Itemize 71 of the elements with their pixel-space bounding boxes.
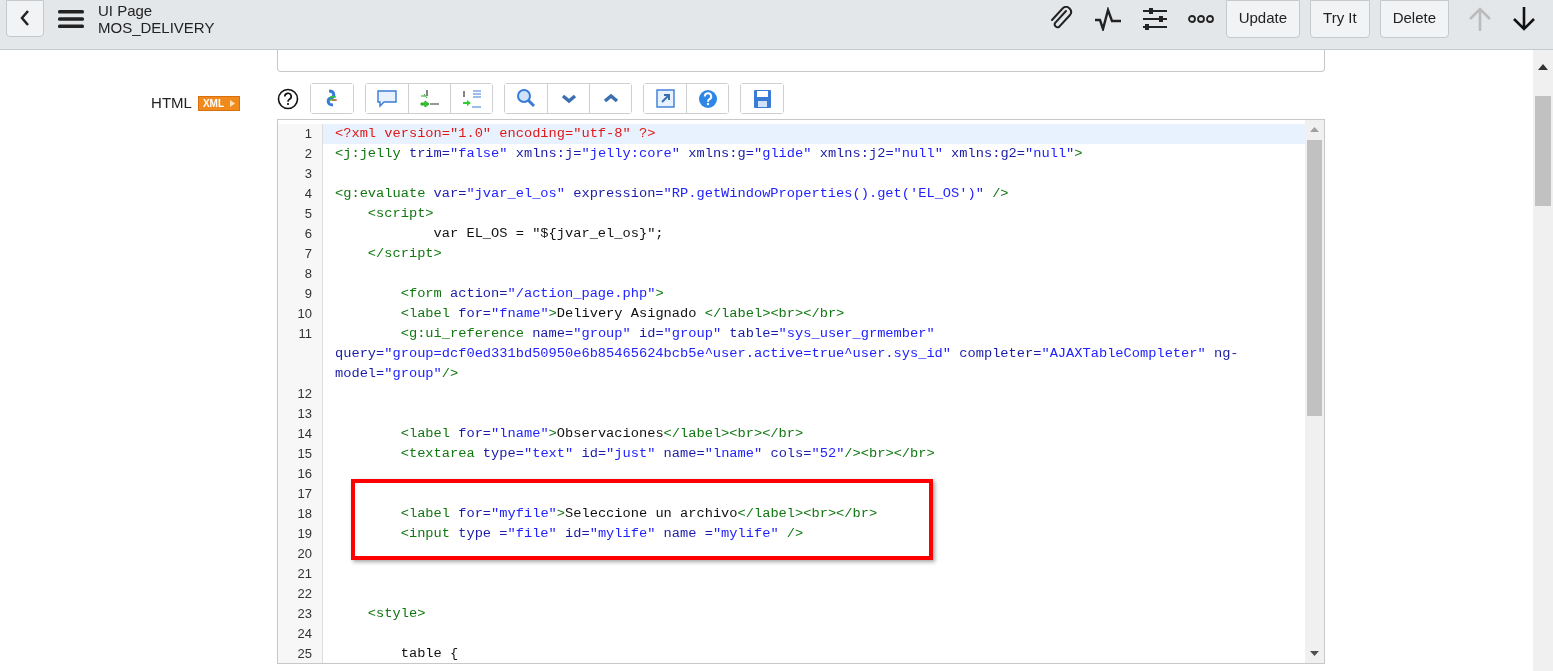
line-number: 11 <box>278 324 323 384</box>
scroll-up-icon[interactable] <box>1537 62 1549 72</box>
line-number: 10 <box>278 304 323 324</box>
comment-icon <box>376 87 398 110</box>
text-area-field[interactable] <box>277 50 1325 72</box>
more-icon[interactable] <box>1187 13 1214 24</box>
code-line: </script> <box>366 245 443 263</box>
code-line: <input type ="file" id="mylife" name ="mylife" /> <box>399 525 805 543</box>
code-line: <?xml version="1.0" encoding="utf-8" ?> <box>334 125 657 143</box>
code-line: <label for="lname">Observaciones</label><br></br> <box>399 425 805 443</box>
expand-icon <box>654 87 676 110</box>
code-line: <g:evaluate var="jvar_el_os" expression="RP.getWindowProperties().get('EL_OS')" /> <box>334 185 1010 203</box>
code-line: <j:jelly trim="false" xmlns:j="jelly:core" xmlns:g="glide" xmlns:j2="null" xmlns:g2="null"> <box>334 145 1084 163</box>
search-icon <box>515 87 537 110</box>
save-button[interactable] <box>741 84 783 113</box>
sliders-icon[interactable] <box>1141 6 1168 31</box>
line-number: 3 <box>278 164 323 184</box>
code-line: table { <box>399 645 460 663</box>
line-number: 13 <box>278 404 323 424</box>
line-number: 25 <box>278 644 323 663</box>
code-editor[interactable] <box>277 119 1325 664</box>
chevron-up-button[interactable] <box>589 84 631 113</box>
line-number: 4 <box>278 184 323 204</box>
code-line: <style> <box>366 605 427 623</box>
menu-icon[interactable] <box>58 8 84 29</box>
action-button[interactable]: Delete <box>1379 0 1449 38</box>
line-number: 7 <box>278 244 323 264</box>
code-line: <label for="fname">Delivery Asignado </label><br></br> <box>399 305 846 323</box>
line-number: 21 <box>278 564 323 584</box>
line-number: 2 <box>278 144 323 164</box>
code-line: <label for="myfile">Seleccione un archivo</label><br></br> <box>399 505 879 523</box>
line-number: 16 <box>278 464 323 484</box>
help-icon[interactable] <box>277 87 299 110</box>
save-icon <box>751 87 773 110</box>
line-number: 22 <box>278 584 323 604</box>
field-label: HTML <box>151 95 192 111</box>
line-number: 20 <box>278 544 323 564</box>
back-button[interactable] <box>6 0 44 37</box>
line-number: 6 <box>278 224 323 244</box>
line-number: 24 <box>278 624 323 644</box>
code-line: <g:ui_reference name="group" id="group" table="sys_user_grmember" query="group=dcf0ed331bd50950e6b85465624bcb5e^user.active=true^user.sys_id" completer="AJAXTableCompleter" ng-model="group"/> <box>334 325 1240 383</box>
help-icon <box>696 87 719 110</box>
pulse-icon[interactable] <box>1093 6 1122 31</box>
line-number: 15 <box>278 444 323 464</box>
line-number: 18 <box>278 504 323 524</box>
page-title: UI Page <box>98 1 154 19</box>
line-number: 1 <box>278 124 323 144</box>
line-number: 12 <box>278 384 323 404</box>
line-number: 17 <box>278 484 323 504</box>
action-button[interactable]: Update <box>1225 0 1301 38</box>
record-name: MOS_DELIVERY <box>98 18 215 36</box>
chevron-left-icon <box>19 9 31 27</box>
code-line: <script> <box>366 205 435 223</box>
code-line: <form action="/action_page.php"> <box>399 285 665 303</box>
format-badge: XML <box>197 96 240 111</box>
action-button[interactable]: Try It <box>1310 0 1370 38</box>
line-number: 23 <box>278 604 323 624</box>
line-number: 5 <box>278 204 323 224</box>
format-code-button[interactable] <box>311 84 353 113</box>
replace-all-icon <box>460 87 483 110</box>
scrollbar-thumb[interactable] <box>1535 96 1551 206</box>
line-number: 19 <box>278 524 323 544</box>
replace-icon <box>418 87 441 110</box>
line-number: 8 <box>278 264 323 284</box>
line-number: 9 <box>278 284 323 304</box>
code-line: <textarea type="text" id="just" name="lname" cols="52"/><br></br> <box>399 445 936 463</box>
code-line: var EL_OS = "${jvar_el_os}"; <box>432 225 665 243</box>
help-button[interactable] <box>686 84 728 113</box>
scrollbar-thumb[interactable] <box>1307 140 1322 416</box>
line-number: 14 <box>278 424 323 444</box>
down-arrow-icon[interactable] <box>1511 5 1537 32</box>
